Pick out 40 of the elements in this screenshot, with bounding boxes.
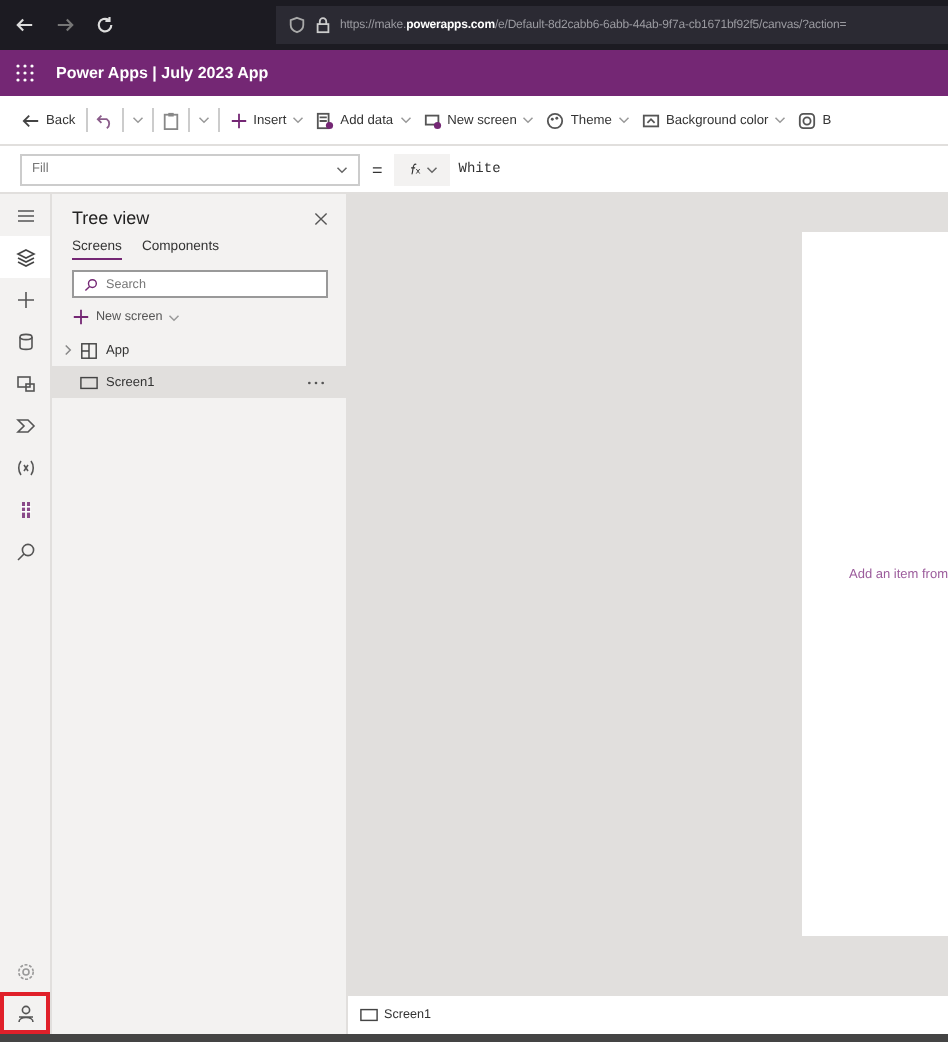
panel-title: Tree view: [72, 208, 150, 228]
chevron-down-icon: [292, 116, 305, 124]
camera-icon: [798, 111, 817, 129]
plus-icon: [72, 308, 90, 326]
chevron-down-icon: [617, 116, 630, 124]
chevron-down-icon[interactable]: [197, 116, 210, 124]
function-button[interactable]: [394, 153, 451, 185]
screen-icon: [80, 373, 98, 391]
screen-icon: [360, 1006, 378, 1024]
chevron-down-icon: [336, 165, 348, 173]
image-icon: [641, 111, 660, 129]
undo-icon[interactable]: [95, 111, 114, 129]
layers-icon[interactable]: [0, 236, 50, 278]
function-icon: [406, 160, 423, 178]
clipboard-icon[interactable]: [161, 111, 180, 129]
chevron-down-icon: [522, 116, 535, 124]
palette-icon: [546, 111, 565, 129]
chevron-right-icon[interactable]: [64, 344, 72, 356]
shield-icon: [288, 16, 306, 34]
forward-arrow-icon[interactable]: [56, 16, 74, 34]
app-launcher-icon[interactable]: [16, 64, 34, 82]
search-icon: [84, 277, 98, 291]
plus-icon: [229, 111, 248, 129]
lock-icon: [314, 16, 332, 34]
chevron-down-icon: [774, 116, 787, 124]
more-icon[interactable]: [306, 379, 326, 385]
close-icon[interactable]: [314, 211, 328, 225]
chevron-down-icon: [168, 313, 181, 321]
equals-sign: =: [372, 159, 383, 179]
app-title: Power Apps | July 2023 App: [56, 64, 269, 82]
chevron-down-icon: [399, 116, 412, 124]
back-arrow-icon: [22, 111, 40, 129]
reload-icon[interactable]: [96, 16, 114, 34]
document-icon: [316, 111, 335, 129]
app-icon: [80, 341, 98, 359]
chevron-down-icon[interactable]: [131, 116, 144, 124]
back-arrow-icon[interactable]: [16, 16, 34, 34]
screen-icon: [423, 111, 442, 129]
person-icon[interactable]: [0, 992, 50, 1034]
chevron-down-icon: [426, 165, 439, 173]
